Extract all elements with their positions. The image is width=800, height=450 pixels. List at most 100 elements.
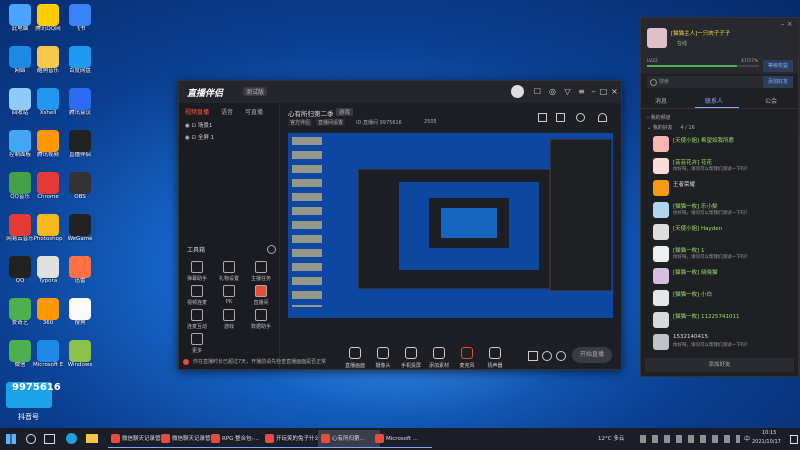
start-live-button[interactable]: 开始直播: [572, 347, 612, 363]
desktop-icon[interactable]: Chrome: [33, 172, 63, 201]
desktop-icon[interactable]: Windows: [65, 340, 95, 369]
avatar[interactable]: [511, 85, 524, 98]
desktop-icon[interactable]: 腾讯QQ网: [33, 4, 63, 33]
lock-icon[interactable]: [538, 113, 547, 122]
notification-icon[interactable]: [790, 435, 798, 444]
desktop-icon[interactable]: OBS: [65, 172, 95, 201]
contact-item[interactable]: 王者荣耀: [653, 179, 793, 197]
room-meta-2[interactable]: 直播间设置: [316, 119, 346, 126]
desktop-icon[interactable]: 搜狗: [65, 298, 95, 327]
desktop-icon[interactable]: 控制面板: [5, 130, 35, 159]
bottom-button[interactable]: 手机投屏: [396, 347, 426, 369]
windows-start-icon[interactable]: [6, 434, 16, 444]
tool-button[interactable]: 数据助手: [247, 309, 275, 330]
notify-icon[interactable]: [598, 113, 607, 122]
scene-row-1[interactable]: ◉ ⊡ 场景1: [185, 121, 212, 129]
scene-row-2[interactable]: ◉ ⊡ 全屏 1: [185, 133, 214, 141]
desktop-icon[interactable]: 百度网盘: [65, 46, 95, 75]
weather[interactable]: 12°C 多云: [598, 434, 624, 442]
desktop-icon[interactable]: 腾讯会议: [65, 88, 95, 117]
maximize-icon[interactable]: □: [599, 87, 608, 96]
taskbar-item[interactable]: Microsoft ...: [372, 430, 432, 448]
share-icon[interactable]: [576, 113, 585, 122]
tab-contacts[interactable]: 联系人: [705, 96, 723, 105]
desktop-icon[interactable]: QQ: [5, 256, 35, 285]
desktop-icon[interactable]: QQ音乐: [5, 172, 35, 201]
tool-button[interactable]: 礼物设置: [215, 261, 243, 282]
contact-item[interactable]: [芸芸花卉] 花花 你好呀，请问可以帮我们测试一下吗？: [653, 157, 793, 175]
tool-button[interactable]: 游戏: [215, 309, 243, 330]
tab-voice[interactable]: 语音: [221, 107, 233, 116]
desktop-icon[interactable]: 微信: [5, 340, 35, 369]
edge-icon[interactable]: [66, 433, 77, 444]
desktop-icon[interactable]: 酷狗音乐: [33, 46, 63, 75]
user-status[interactable]: 在线: [677, 40, 687, 47]
close-icon[interactable]: ×: [610, 87, 619, 96]
desktop-icon[interactable]: 迅雷: [65, 256, 95, 285]
message-icon[interactable]: ☐: [533, 87, 542, 96]
search-icon[interactable]: [26, 434, 36, 444]
gear-icon[interactable]: [542, 351, 552, 361]
filter-icon[interactable]: ▽: [563, 87, 572, 96]
contact-item[interactable]: [天使小姐] Hayden: [653, 223, 793, 241]
contact-item[interactable]: [猫猫一枚] 11225741011: [653, 311, 793, 329]
add-friend-button[interactable]: 添加好友: [763, 76, 793, 88]
bottom-button[interactable]: 添加素材: [424, 347, 454, 369]
desktop-icon[interactable]: 直播伴侣: [65, 130, 95, 159]
layout-icon[interactable]: [556, 113, 565, 122]
clock-time[interactable]: 10:15: [762, 430, 776, 436]
desktop-icon[interactable]: Xshell: [33, 88, 63, 117]
contact-item[interactable]: [猫猫一枚] 小白: [653, 289, 793, 307]
contact-item[interactable]: [天使小姐] 希望如我所愿: [653, 135, 793, 153]
bottom-button[interactable]: 直播画面: [340, 347, 370, 369]
contact-item[interactable]: [猫猫一枚] 乐小梨 你好呀，请问可以帮我们测试一下吗？: [653, 201, 793, 219]
contact-item[interactable]: 1532140415 你好呀，请问可以帮我们测试一下吗？: [653, 333, 793, 351]
bottom-button[interactable]: 扬声器: [480, 347, 510, 369]
explorer-icon[interactable]: [86, 434, 98, 443]
section-friends[interactable]: ⌄ 我的好友 4 / 16: [647, 124, 695, 131]
tray-icons[interactable]: [640, 435, 740, 443]
desktop-icon[interactable]: Microsoft Edge: [33, 340, 63, 369]
benefits-button[interactable]: 等级权益: [763, 60, 793, 72]
tab-guild[interactable]: 公会: [765, 96, 777, 105]
taskbar-item[interactable]: RPG 整合包-...: [208, 430, 270, 448]
menu-icon[interactable]: ≡: [577, 87, 586, 96]
clock-date[interactable]: 2021/10/17: [752, 439, 781, 445]
avatar[interactable]: [647, 28, 667, 48]
settings-icon[interactable]: [556, 351, 566, 361]
desktop-icon[interactable]: 360: [33, 298, 63, 327]
contact-item[interactable]: [猫猫一枚] 1 你好呀，请问可以帮我们测试一下吗？: [653, 245, 793, 263]
search-input[interactable]: 搜索: [647, 76, 771, 88]
tools-settings-icon[interactable]: [267, 245, 276, 254]
taskview-icon[interactable]: [44, 434, 55, 444]
tool-button[interactable]: 视频连麦: [183, 285, 211, 306]
room-tag[interactable]: 游戏: [336, 108, 354, 116]
desktop-icon[interactable]: 爱奇艺: [5, 298, 35, 327]
tab-live[interactable]: 可直播: [245, 107, 263, 116]
tab-messages[interactable]: 消息: [655, 96, 667, 105]
tool-button[interactable]: 连麦互动: [183, 309, 211, 330]
input-lang[interactable]: 中: [744, 434, 750, 443]
desktop-icon[interactable]: Photoshop: [33, 214, 63, 243]
tool-button[interactable]: 主播任务: [247, 261, 275, 282]
tool-button[interactable]: 直播间: [247, 285, 275, 306]
tool-button[interactable]: PK: [215, 285, 243, 305]
desktop-icon[interactable]: 此电脑: [5, 4, 35, 33]
desktop-icon[interactable]: 腾讯视频: [33, 130, 63, 159]
desktop-icon[interactable]: 网络: [5, 46, 35, 75]
contact-item[interactable]: [猫猫一枚] 晓晓猫: [653, 267, 793, 285]
bottom-button[interactable]: 麦克风: [452, 347, 482, 369]
tab-video[interactable]: 视频直播: [185, 107, 209, 116]
bottom-button[interactable]: 摄像头: [368, 347, 398, 369]
desktop-icon[interactable]: 回收站: [5, 88, 35, 117]
tool-button[interactable]: 更多: [183, 333, 211, 354]
taskbar-item[interactable]: 开玩笑的兔子什么...: [262, 430, 324, 448]
room-meta-1[interactable]: 官方伴侣: [288, 119, 313, 126]
gift-icon[interactable]: ◎: [548, 87, 557, 96]
desktop-icon[interactable]: Typora: [33, 256, 63, 285]
desktop-icon[interactable]: WeGame: [65, 214, 95, 243]
live-preview[interactable]: [288, 133, 613, 318]
desktop-icon[interactable]: 飞书: [65, 4, 95, 33]
minimize-icon[interactable]: – ×: [781, 20, 793, 28]
section-channels[interactable]: › 我的频道: [647, 114, 671, 121]
